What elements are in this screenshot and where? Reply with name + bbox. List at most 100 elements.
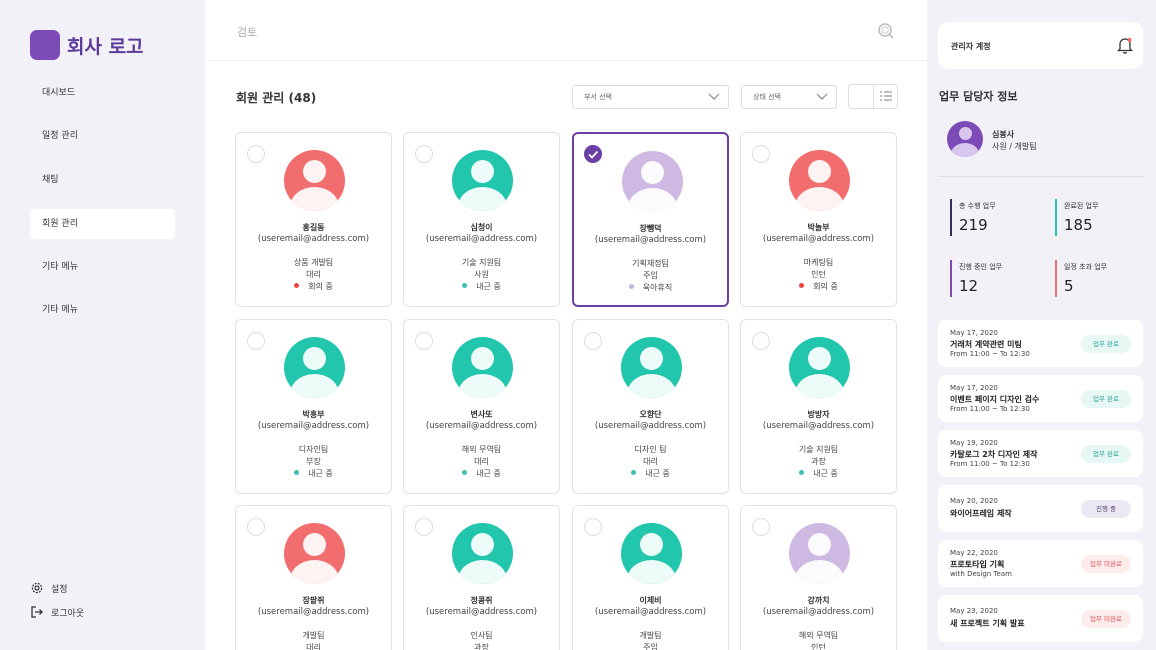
sidebar-item-etc-2[interactable]: 기타 메뉴: [30, 295, 175, 325]
member-card[interactable]: 강까치 (useremail@address.com) 해외 무역팀 인턴: [740, 505, 897, 650]
member-card[interactable]: 홍길동 (useremail@address.com) 상품 개발팀 대리 회의 중: [235, 132, 392, 307]
member-name: 홍길동: [302, 223, 325, 232]
member-avatar: [284, 337, 345, 398]
member-department: 기획재정팀: [632, 259, 669, 268]
select-checkbox[interactable]: [415, 145, 433, 163]
status-dot: [628, 284, 634, 289]
task-card[interactable]: May 19, 2020 카탈로그 2차 디자인 제작 From 11:00 ~ T…: [938, 430, 1143, 477]
stat-label: 진행 중인 업무: [959, 263, 1003, 271]
chevron-down-icon: [708, 93, 720, 100]
member-name: 박놀부: [807, 223, 830, 232]
select-checkbox[interactable]: [584, 518, 602, 536]
member-avatar: [622, 151, 683, 212]
sidebar-item-chat[interactable]: 채팅: [30, 165, 175, 195]
task-status-badge: 업무 완료: [1081, 335, 1131, 353]
sidebar-item-etc-1[interactable]: 기타 메뉴: [30, 252, 175, 282]
status-dot: [294, 283, 300, 288]
sidebar-item-members[interactable]: 회원 관리: [30, 209, 175, 239]
member-department: 개발팀: [639, 631, 662, 640]
account-box[interactable]: 관리자 계정: [938, 22, 1143, 69]
select-checkbox[interactable]: [247, 145, 265, 163]
status-select[interactable]: 상태 선택: [741, 85, 837, 109]
sidebar-item-schedule[interactable]: 일정 관리: [30, 121, 175, 151]
task-card[interactable]: May 17, 2020 이벤트 페이지 디자인 검수 From 11:00 ~ T…: [938, 375, 1143, 422]
select-checkbox[interactable]: [752, 332, 770, 350]
member-rank: 대리: [306, 643, 321, 650]
task-date: May 17, 2020: [950, 384, 998, 392]
bell-icon[interactable]: [1117, 37, 1133, 54]
settings-link[interactable]: 설정: [30, 581, 68, 595]
member-card[interactable]: 장뺑덕 (useremail@address.com) 기획재정팀 주임 육아휴직: [572, 132, 729, 307]
member-status: 내근 중: [404, 281, 559, 292]
select-checkbox[interactable]: [584, 332, 602, 350]
status-dot: [631, 470, 637, 475]
member-name: 장팥쥐: [302, 596, 325, 605]
select-checkbox[interactable]: [247, 518, 265, 536]
member-rank: 주임: [643, 271, 658, 280]
select-checkbox[interactable]: [247, 332, 265, 350]
member-status-text: 내근 중: [308, 469, 333, 478]
divider: [938, 176, 1144, 177]
logo-mark-icon: [30, 30, 60, 60]
member-card[interactable]: 장팥쥐 (useremail@address.com) 개발팀 대리: [235, 505, 392, 650]
member-card[interactable]: 심청이 (useremail@address.com) 기술 지원팀 사원 내근 중: [403, 132, 560, 307]
task-status-badge: 업무 미완료: [1081, 610, 1131, 628]
member-card[interactable]: 박놀부 (useremail@address.com) 마케팅팀 인턴 회의 중: [740, 132, 897, 307]
company-logo[interactable]: 회사 로고: [30, 30, 144, 60]
status-dot: [462, 283, 468, 288]
stat-total-tasks: 총 수행 업무 219: [950, 199, 1040, 236]
grid-view-button[interactable]: [849, 85, 873, 108]
task-title: 이벤트 페이지 디자인 검수: [950, 395, 1040, 404]
task-card[interactable]: May 20, 2020 와이어프레임 제작 진행 중: [938, 485, 1143, 532]
task-title: 거래처 계약관련 미팅: [950, 340, 1022, 349]
member-avatar: [452, 337, 513, 398]
member-department: 디자인팀: [298, 445, 329, 454]
status-dot: [799, 283, 805, 288]
member-card[interactable]: 방방자 (useremail@address.com) 기술 지원팀 과장 내근 중: [740, 319, 897, 494]
search-input[interactable]: 검토: [237, 24, 257, 40]
select-checkbox[interactable]: [752, 145, 770, 163]
member-rank: 인턴: [811, 270, 826, 279]
task-card[interactable]: May 22, 2020 프로토타입 기획 with Design Team 업무 미…: [938, 540, 1143, 587]
department-select-value: 부서 선택: [584, 93, 612, 101]
member-department: 상품 개발팀: [293, 258, 334, 267]
member-name: 정콩쥐: [470, 596, 493, 605]
stat-overdue-tasks: 일정 초과 업무 5: [1055, 260, 1145, 297]
member-name: 강까치: [807, 596, 830, 605]
member-status: 내근 중: [741, 468, 896, 479]
member-card[interactable]: 정콩쥐 (useremail@address.com) 인사팀 과장: [403, 505, 560, 650]
task-card[interactable]: May 23, 2020 새 프로젝트 기획 발표 업무 미완료: [938, 595, 1143, 642]
member-card[interactable]: 오향단 (useremail@address.com) 디자인 팀 대리 내근 중: [572, 319, 729, 494]
member-email: (useremail@address.com): [594, 421, 707, 431]
list-icon: [879, 91, 892, 101]
list-view-button[interactable]: [872, 85, 897, 108]
member-card[interactable]: 박흥부 (useremail@address.com) 디자인팀 부장 내근 중: [235, 319, 392, 494]
logout-link[interactable]: 로그아웃: [30, 605, 84, 619]
member-status-text: 회의 중: [308, 282, 333, 291]
member-card[interactable]: 이제비 (useremail@address.com) 개발팀 주임: [572, 505, 729, 650]
status-select-value: 상태 선택: [753, 93, 781, 101]
member-card[interactable]: 변사또 (useremail@address.com) 해외 무역팀 대리 내근 중: [403, 319, 560, 494]
select-checkbox[interactable]: [415, 518, 433, 536]
sidebar-item-dashboard[interactable]: 대시보드: [30, 78, 175, 108]
member-name: 오향단: [639, 410, 662, 419]
member-avatar: [452, 150, 513, 211]
stat-in-progress-tasks: 진행 중인 업무 12: [950, 260, 1040, 297]
select-checkbox[interactable]: [752, 518, 770, 536]
member-department: 마케팅팀: [803, 258, 834, 267]
member-name: 이제비: [639, 596, 662, 605]
select-checkbox[interactable]: [584, 145, 602, 163]
department-select[interactable]: 부서 선택: [572, 85, 729, 109]
logout-icon: [31, 606, 43, 618]
member-status-text: 내근 중: [476, 282, 501, 291]
stat-value: 12: [959, 277, 979, 295]
task-status-badge: 진행 중: [1081, 500, 1131, 518]
task-card[interactable]: May 17, 2020 거래처 계약관련 미팅 From 11:00 ~ To 1…: [938, 320, 1143, 367]
status-dot: [799, 470, 805, 475]
logout-label: 로그아웃: [51, 608, 85, 619]
stat-bar: [950, 199, 952, 236]
select-checkbox[interactable]: [415, 332, 433, 350]
search-icon[interactable]: [877, 22, 895, 40]
page-title: 회원 관리 (48): [236, 91, 317, 105]
member-email: (useremail@address.com): [594, 607, 707, 617]
